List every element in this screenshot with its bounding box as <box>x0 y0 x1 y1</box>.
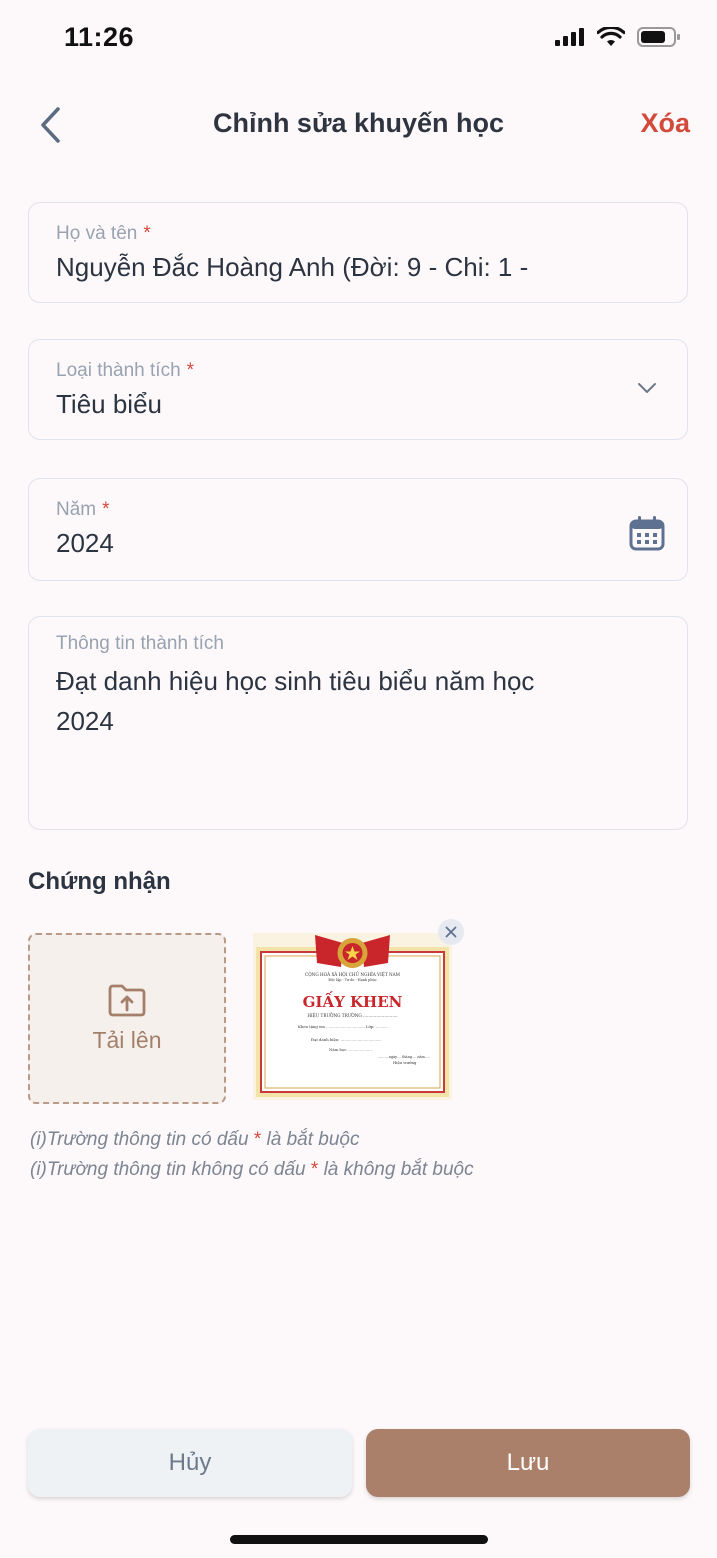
upload-button[interactable]: Tải lên <box>28 933 226 1104</box>
battery-icon <box>637 27 680 47</box>
achievement-info-value[interactable]: Đạt danh hiệu học sinh tiêu biểu năm học… <box>56 661 576 741</box>
cancel-button[interactable]: Hủy <box>28 1429 352 1497</box>
cert-date-line: ........, ngày.... tháng.... năm..... <box>378 1055 430 1059</box>
year-label: Năm * <box>56 499 110 520</box>
certificate-thumbnail[interactable]: CỘNG HOÀ XÃ HỘI CHỦ NGHĨA VIỆT NAM Độc l… <box>253 933 452 1100</box>
status-time: 11:26 <box>64 22 135 52</box>
page-title: Chỉnh sửa khuyến học <box>212 108 505 138</box>
required-note: (i)Trường thông tin có dấu * là bắt buộc <box>30 1129 360 1150</box>
chevron-down-icon[interactable] <box>637 382 657 394</box>
cert-header-line: CỘNG HOÀ XÃ HỘI CHỦ NGHĨA VIỆT NAM <box>305 972 401 977</box>
cert-sub-line: Độc lập - Tự do - Hạnh phúc <box>328 977 376 982</box>
certification-title: Chứng nhận <box>28 868 171 895</box>
signal-icon <box>555 28 584 46</box>
folder-upload-icon <box>108 984 146 1017</box>
required-mark: * <box>143 223 151 244</box>
required-mark: * <box>102 499 110 520</box>
achievement-info-textarea[interactable]: Thông tin thành tích Đạt danh hiệu học s… <box>28 616 688 830</box>
cert-signer: Hiệu trưởng <box>393 1060 417 1065</box>
name-label: Họ và tên * <box>56 223 151 244</box>
name-field[interactable]: Họ và tên * Nguyễn Đắc Hoàng Anh (Đời: 9 … <box>28 202 688 303</box>
achievement-type-select[interactable]: Loại thành tích * Tiêu biểu <box>28 339 688 440</box>
achievement-type-value[interactable]: Tiêu biểu <box>56 389 667 420</box>
certificate-image: CỘNG HOÀ XÃ HỘI CHỦ NGHĨA VIỆT NAM Độc l… <box>253 933 452 1100</box>
achievement-type-label: Loại thành tích * <box>56 360 195 381</box>
cert-line-2: Đạt danh hiệu: .........................… <box>311 1037 382 1042</box>
calendar-icon[interactable] <box>629 515 665 551</box>
wifi-icon <box>597 27 625 46</box>
delete-button[interactable]: Xóa <box>640 108 690 139</box>
cert-issuer: HIỆU TRƯỞNG TRƯỜNG .....................… <box>307 1013 397 1018</box>
cert-line-3: Năm học: .................... <box>329 1047 373 1052</box>
cert-line-1: Khen tặng em ...........................… <box>298 1024 388 1029</box>
year-field[interactable]: Năm * 2024 <box>28 478 688 581</box>
achievement-info-label: Thông tin thành tích <box>56 633 224 654</box>
year-value[interactable]: 2024 <box>56 528 667 559</box>
required-mark: * <box>186 360 195 381</box>
optional-note: (i)Trường thông tin không có dấu * là kh… <box>30 1159 474 1180</box>
upload-label: Tải lên <box>92 1027 162 1053</box>
save-button[interactable]: Lưu <box>366 1429 690 1497</box>
status-icons <box>555 26 681 48</box>
cert-title: GIẤY KHEN <box>303 991 403 1011</box>
close-icon <box>445 926 457 938</box>
name-value[interactable]: Nguyễn Đắc Hoàng Anh (Đời: 9 - Chi: 1 - <box>56 252 667 283</box>
home-indicator <box>230 1535 488 1544</box>
remove-certificate-button[interactable] <box>438 919 464 945</box>
